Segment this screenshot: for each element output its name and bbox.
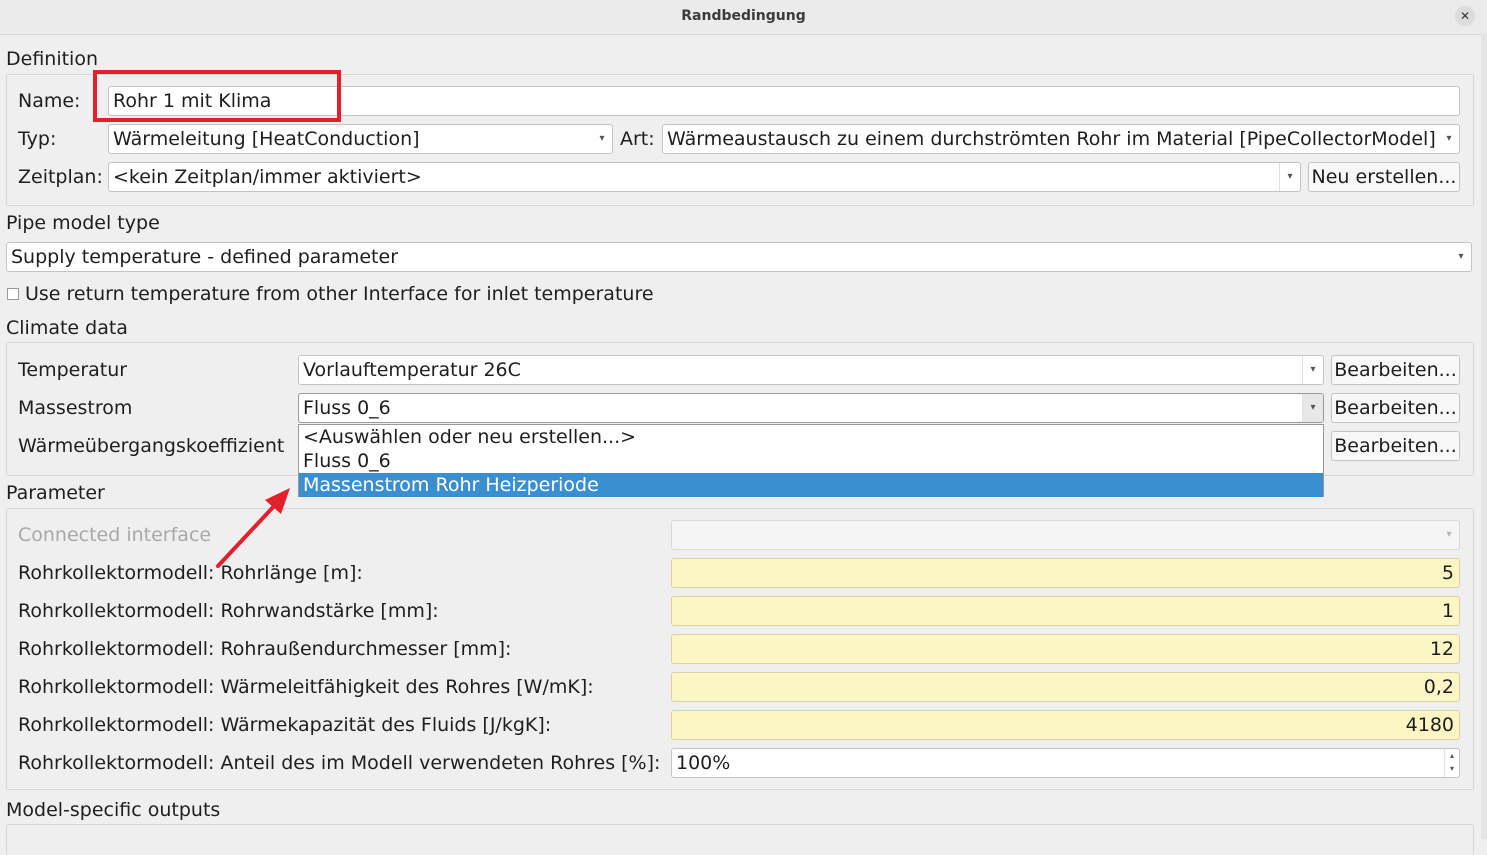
- annotation-arrow-icon: [216, 488, 290, 568]
